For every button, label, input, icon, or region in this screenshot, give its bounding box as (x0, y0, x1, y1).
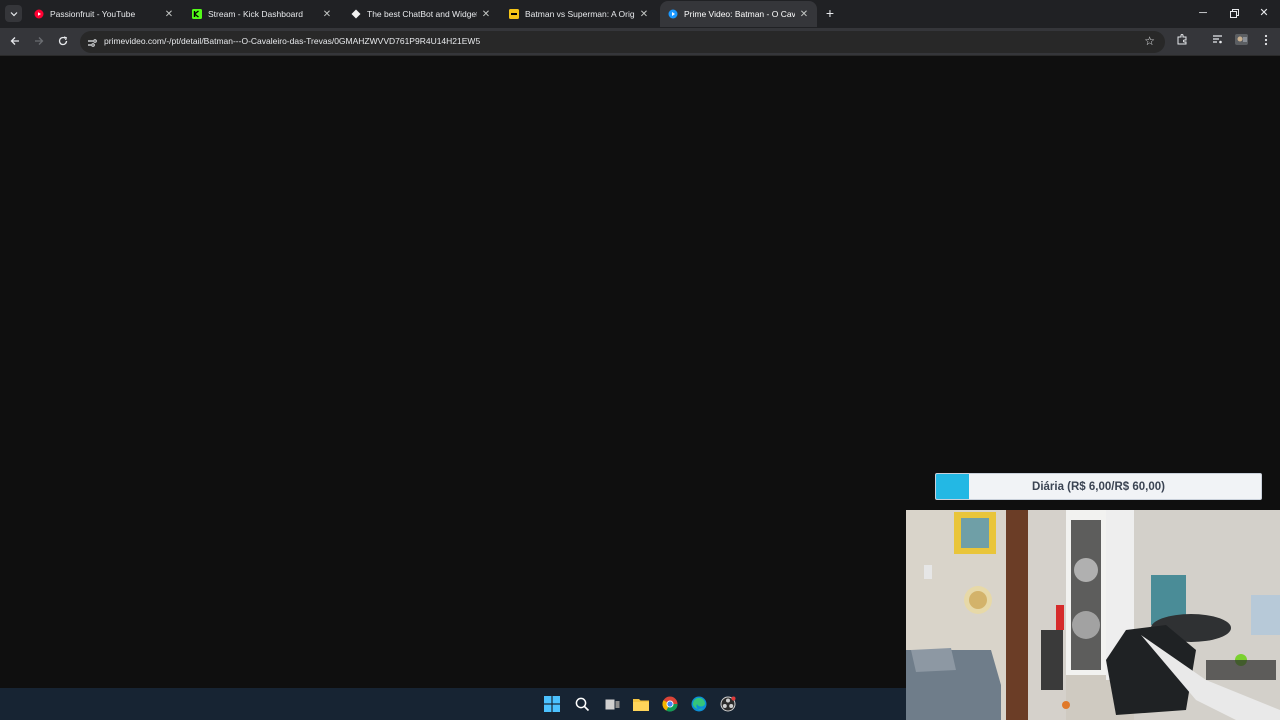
tab-kick-dashboard[interactable]: Stream - Kick Dashboard ✕ (184, 1, 340, 27)
close-window-button[interactable]: ✕ (1256, 4, 1272, 22)
tab-title: Batman vs Superman: A Origem (525, 9, 635, 19)
tab-strip: Passionfruit - YouTube ✕ Stream - Kick D… (0, 0, 1280, 28)
minimize-button[interactable]: ─ (1195, 4, 1211, 22)
tab-batman-vs-superman[interactable]: Batman vs Superman: A Origem ✕ (501, 1, 657, 27)
file-explorer-icon[interactable] (629, 692, 653, 716)
obs-icon[interactable] (716, 692, 740, 716)
forward-button[interactable] (31, 34, 47, 50)
media-controls-button[interactable] (1209, 34, 1225, 50)
arrow-left-icon (10, 37, 19, 45)
daily-goal-bar: Diária (R$ 6,00/R$ 60,00) (935, 473, 1262, 500)
restore-icon (1229, 9, 1239, 18)
tab-title: Prime Video: Batman - O Cavaleiro das Tr… (684, 9, 795, 19)
chevron-down-icon (10, 11, 17, 16)
extensions-button[interactable] (1174, 34, 1190, 50)
profile-avatar[interactable] (1233, 34, 1249, 50)
webcam-scene (906, 510, 1280, 720)
reload-icon (58, 36, 68, 46)
reload-button[interactable] (55, 34, 71, 50)
bookmark-star-icon[interactable]: ☆ (1144, 34, 1155, 48)
close-tab-icon[interactable]: ✕ (639, 9, 649, 20)
tab-chatbot-widgets[interactable]: The best ChatBot and Widgets ✕ (343, 1, 499, 27)
close-tab-icon[interactable]: ✕ (481, 9, 491, 20)
site-info-icon[interactable] (86, 36, 98, 48)
goal-label: Diária (R$ 6,00/R$ 60,00) (1032, 480, 1165, 493)
edge-icon[interactable] (687, 692, 711, 716)
new-tab-button[interactable]: + (822, 5, 838, 21)
tab-title: Stream - Kick Dashboard (208, 9, 303, 19)
tab-prime-video[interactable]: Prime Video: Batman - O Cavaleiro das Tr… (660, 1, 817, 27)
avatar-icon (1234, 34, 1248, 45)
playlist-icon (1212, 35, 1222, 44)
url-text: primevideo.com/-/pt/detail/Batman---O-Ca… (104, 36, 481, 46)
tab-title: The best ChatBot and Widgets (367, 9, 477, 19)
kick-icon (192, 9, 202, 19)
chrome-icon[interactable] (658, 692, 682, 716)
browser-menu-button[interactable] (1258, 34, 1274, 50)
back-button[interactable] (7, 34, 23, 50)
restore-button[interactable] (1226, 4, 1242, 22)
windows-start-icon[interactable] (540, 692, 564, 716)
tab-title: Passionfruit - YouTube (50, 9, 136, 19)
puzzle-icon (1177, 34, 1186, 45)
diamond-icon (351, 9, 361, 19)
close-tab-icon[interactable]: ✕ (799, 9, 809, 20)
webcam-overlay (906, 510, 1280, 720)
close-tab-icon[interactable]: ✕ (164, 9, 174, 20)
address-bar[interactable]: primevideo.com/-/pt/detail/Batman---O-Ca… (80, 31, 1165, 53)
imdb-icon (509, 9, 519, 19)
arrow-right-icon (35, 37, 44, 45)
tab-search-dropdown[interactable] (5, 5, 22, 22)
browser-toolbar: primevideo.com/-/pt/detail/Batman---O-Ca… (0, 28, 1280, 56)
windows-taskbar (0, 688, 906, 720)
kebab-menu-icon (1264, 34, 1268, 46)
youtube-icon (34, 9, 44, 19)
prime-video-icon (668, 9, 678, 19)
tab-youtube[interactable]: Passionfruit - YouTube ✕ (26, 1, 182, 27)
search-icon[interactable] (570, 692, 594, 716)
task-view-icon[interactable] (600, 692, 624, 716)
close-tab-icon[interactable]: ✕ (322, 9, 332, 20)
